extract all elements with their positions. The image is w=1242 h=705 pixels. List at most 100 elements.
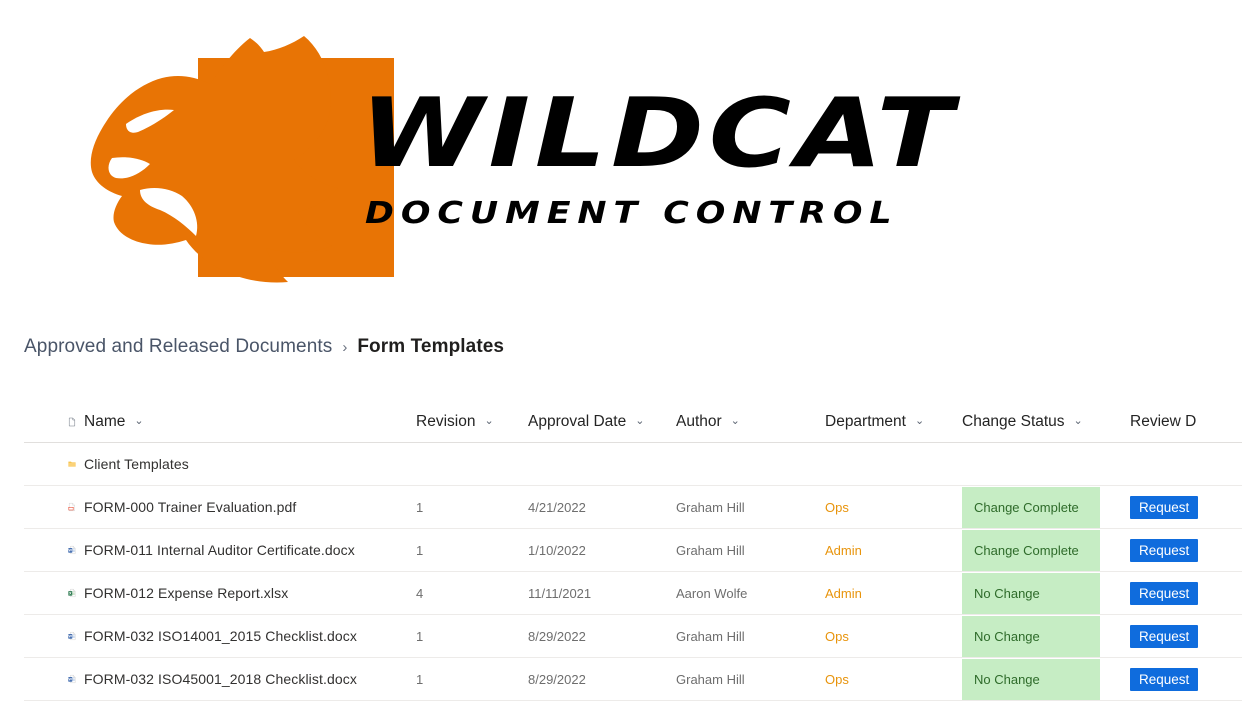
row-change-status: No Change xyxy=(954,615,1114,657)
row-approval-date-value: 8/29/2022 xyxy=(528,671,586,687)
row-department-value: Ops xyxy=(825,628,849,644)
table-row[interactable]: Client Templates xyxy=(24,443,1242,486)
row-change-status xyxy=(954,444,1114,485)
row-approval-date: 8/29/2022 xyxy=(514,672,662,687)
row-author: Graham Hill xyxy=(662,672,810,687)
column-header-department[interactable]: Department ⌄ xyxy=(810,413,954,431)
row-approval-date-value: 8/29/2022 xyxy=(528,628,586,644)
row-approval-date: 11/11/2021 xyxy=(514,586,662,601)
row-revision-value: 1 xyxy=(416,671,424,687)
row-revision: 4 xyxy=(408,586,514,601)
chevron-down-icon[interactable]: ⌄ xyxy=(731,415,740,427)
request-button[interactable]: Request xyxy=(1130,538,1199,562)
row-name[interactable]: FORM-000 Trainer Evaluation.pdf xyxy=(76,499,408,515)
chevron-down-icon[interactable]: ⌄ xyxy=(915,415,924,427)
excel-file-icon: X xyxy=(68,589,76,597)
table-row[interactable]: W FORM-032 ISO14001_2015 Checklist.docx 1 8… xyxy=(24,615,1242,658)
row-file-icon[interactable] xyxy=(24,496,76,518)
row-author: Aaron Wolfe xyxy=(662,586,810,601)
request-button[interactable]: Request xyxy=(1130,667,1199,691)
request-button[interactable]: Request xyxy=(1130,624,1199,648)
table-row[interactable]: FORM-000 Trainer Evaluation.pdf 1 4/21/202… xyxy=(24,486,1242,529)
status-badge: Change Complete xyxy=(962,529,1100,571)
brand-tagline: DOCUMENT CONTROL xyxy=(365,196,899,231)
row-revision-value: 4 xyxy=(416,585,424,601)
breadcrumb-parent[interactable]: Approved and Released Documents xyxy=(24,336,332,358)
row-file-icon[interactable]: W xyxy=(24,539,76,561)
chevron-down-icon[interactable]: ⌄ xyxy=(484,415,493,427)
pdf-file-icon xyxy=(68,503,75,511)
column-header-name[interactable]: Name ⌄ xyxy=(76,413,408,431)
row-review-date: Request xyxy=(1114,495,1242,519)
row-file-icon[interactable]: X xyxy=(24,582,76,604)
row-file-icon[interactable]: W xyxy=(24,625,76,647)
row-department: Admin xyxy=(810,586,954,601)
row-name[interactable]: FORM-011 Internal Auditor Certificate.do… xyxy=(76,542,408,558)
row-department: Ops xyxy=(810,672,954,687)
status-badge: No Change xyxy=(962,572,1100,614)
status-badge xyxy=(962,444,1100,485)
row-file-icon[interactable]: W xyxy=(24,668,76,690)
table-row[interactable]: X FORM-012 Expense Report.xlsx 4 11/11/2021… xyxy=(24,572,1242,615)
table-row[interactable]: W FORM-011 Internal Auditor Certificate.d… xyxy=(24,529,1242,572)
column-header-review-date[interactable]: Review D xyxy=(1114,413,1242,431)
column-header-revision-label: Revision xyxy=(416,413,476,430)
column-header-revision[interactable]: Revision ⌄ xyxy=(408,413,514,431)
row-change-status: No Change xyxy=(954,658,1114,700)
row-revision: 1 xyxy=(408,500,514,515)
request-button[interactable]: Request xyxy=(1130,495,1199,519)
column-header-change-status[interactable]: Change Status ⌄ xyxy=(954,413,1114,431)
brand-banner: WILDCAT DOCUMENT CONTROL xyxy=(0,0,1242,300)
row-approval-date: 4/21/2022 xyxy=(514,500,662,515)
request-button[interactable]: Request xyxy=(1130,581,1199,605)
row-department: Ops xyxy=(810,500,954,515)
row-author: Graham Hill xyxy=(662,500,810,515)
word-file-icon: W xyxy=(68,675,76,683)
row-approval-date-value: 4/21/2022 xyxy=(528,499,586,515)
row-name[interactable]: FORM-032 ISO14001_2015 Checklist.docx xyxy=(76,628,408,644)
column-header-department-label: Department xyxy=(825,413,906,430)
chevron-down-icon[interactable]: ⌄ xyxy=(635,415,644,427)
row-review-date: Request xyxy=(1114,581,1242,605)
row-approval-date-value: 1/10/2022 xyxy=(528,542,586,558)
svg-text:X: X xyxy=(69,591,72,595)
row-name[interactable]: Client Templates xyxy=(76,456,408,472)
row-department: Admin xyxy=(810,543,954,558)
row-revision: 1 xyxy=(408,672,514,687)
status-badge: No Change xyxy=(962,615,1100,657)
row-file-icon[interactable] xyxy=(24,453,76,475)
row-name-label: FORM-032 ISO14001_2015 Checklist.docx xyxy=(84,628,357,644)
table-body: Client Templates FORM-000 Trainer Evaluat… xyxy=(24,443,1242,701)
row-change-status: Change Complete xyxy=(954,486,1114,528)
status-badge: No Change xyxy=(962,658,1100,700)
row-department-value: Ops xyxy=(825,671,849,687)
svg-text:W: W xyxy=(69,634,73,638)
row-change-status: Change Complete xyxy=(954,529,1114,571)
row-name-label: FORM-032 ISO45001_2018 Checklist.docx xyxy=(84,671,357,687)
row-name-label: FORM-011 Internal Auditor Certificate.do… xyxy=(84,542,355,558)
column-header-name-label: Name xyxy=(84,413,126,430)
column-header-author-label: Author xyxy=(676,413,722,430)
row-name[interactable]: FORM-012 Expense Report.xlsx xyxy=(76,585,408,601)
column-header-file-icon[interactable] xyxy=(24,411,76,433)
row-approval-date: 8/29/2022 xyxy=(514,629,662,644)
row-author: Graham Hill xyxy=(662,629,810,644)
chevron-down-icon[interactable]: ⌄ xyxy=(1074,415,1083,427)
column-header-approval-date[interactable]: Approval Date ⌄ xyxy=(514,413,662,431)
table-row[interactable]: W FORM-032 ISO45001_2018 Checklist.docx 1 8… xyxy=(24,658,1242,701)
row-change-status: No Change xyxy=(954,572,1114,614)
row-review-date: Request xyxy=(1114,624,1242,648)
row-author-value: Graham Hill xyxy=(676,499,745,515)
chevron-down-icon[interactable]: ⌄ xyxy=(134,415,143,427)
svg-text:W: W xyxy=(69,677,73,681)
row-revision: 1 xyxy=(408,543,514,558)
row-department-value: Admin xyxy=(825,585,862,601)
status-badge: Change Complete xyxy=(962,486,1100,528)
row-name-label: Client Templates xyxy=(84,456,189,472)
row-revision-value: 1 xyxy=(416,542,424,558)
row-review-date: Request xyxy=(1114,538,1242,562)
row-department-value: Admin xyxy=(825,542,862,558)
brand-name: WILDCAT xyxy=(360,79,958,189)
row-name[interactable]: FORM-032 ISO45001_2018 Checklist.docx xyxy=(76,671,408,687)
column-header-author[interactable]: Author ⌄ xyxy=(662,413,810,431)
